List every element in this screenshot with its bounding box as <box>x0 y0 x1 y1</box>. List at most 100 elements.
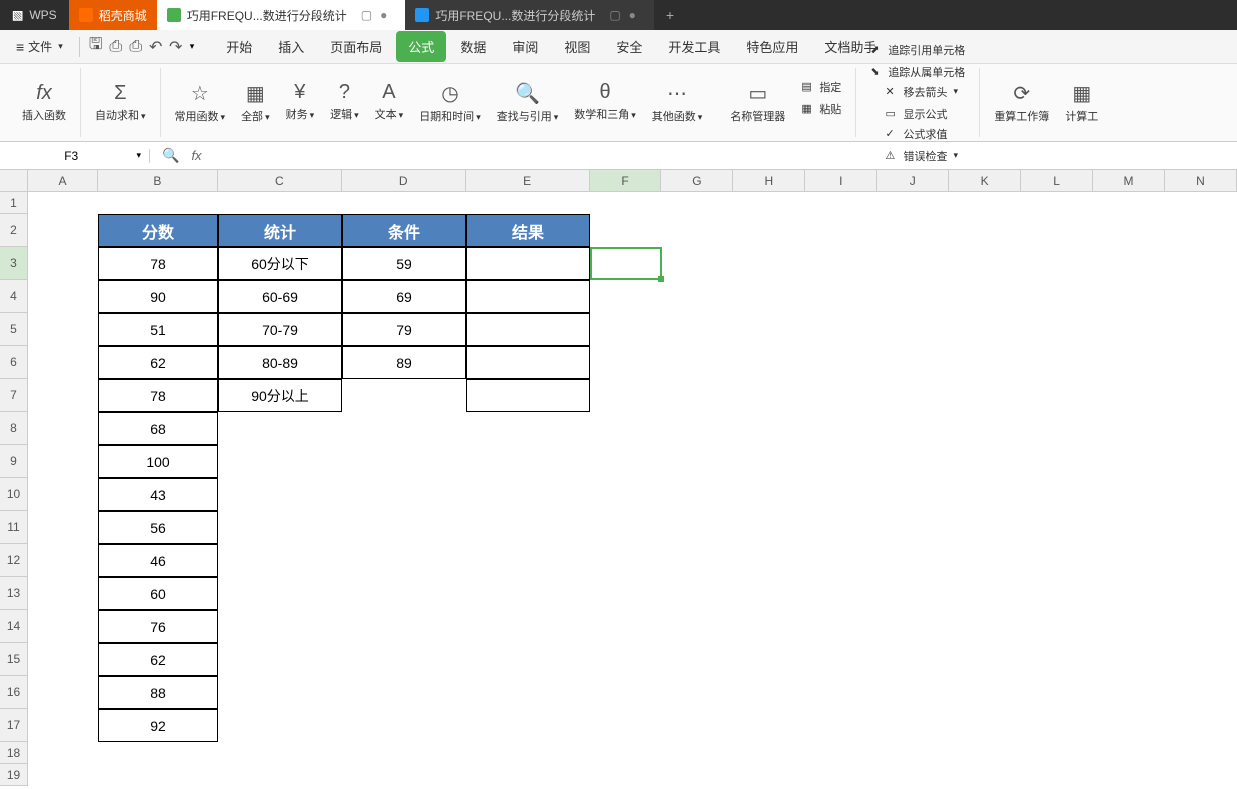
tab-review[interactable]: 审阅 <box>500 31 550 62</box>
tab-formula[interactable]: 公式 <box>396 31 446 62</box>
table-cell[interactable]: 92 <box>98 709 218 742</box>
row-header-10[interactable]: 10 <box>0 478 27 511</box>
insert-function-button[interactable]: fx 插入函数 <box>16 78 72 127</box>
table-cell[interactable] <box>466 280 590 313</box>
table-cell[interactable]: 100 <box>98 445 218 478</box>
row-header-5[interactable]: 5 <box>0 313 27 346</box>
tab-store[interactable]: 稻壳商城 <box>69 0 157 30</box>
recalc-button[interactable]: ⟳重算工作簿 <box>988 77 1055 128</box>
col-header-B[interactable]: B <box>98 170 218 191</box>
chevron-down-icon[interactable]: ▾ <box>190 41 195 52</box>
table-cell[interactable]: 78 <box>98 379 218 412</box>
col-header-M[interactable]: M <box>1093 170 1165 191</box>
tab-security[interactable]: 安全 <box>604 31 654 62</box>
datetime-button[interactable]: ◷日期和时间▾ <box>413 77 487 128</box>
row-header-1[interactable]: 1 <box>0 192 27 214</box>
chevron-down-icon[interactable]: ▾ <box>136 150 141 161</box>
name-box[interactable]: ▾ <box>0 149 150 163</box>
tab-window-icon[interactable]: ▢ <box>609 8 620 22</box>
table-cell[interactable]: 60分以下 <box>218 247 342 280</box>
select-all-corner[interactable] <box>0 170 28 192</box>
col-header-I[interactable]: I <box>805 170 877 191</box>
row-header-2[interactable]: 2 <box>0 214 27 247</box>
row-header-16[interactable]: 16 <box>0 676 27 709</box>
show-formula-button[interactable]: ▭显示公式 <box>880 104 965 124</box>
table-cell[interactable]: 62 <box>98 346 218 379</box>
remove-arrows-button[interactable]: ✕移去箭头▾ <box>880 82 965 102</box>
define-name-button[interactable]: ▤指定 <box>795 77 847 97</box>
finance-button[interactable]: ¥财务▾ <box>280 77 321 128</box>
save-icon[interactable]: 🖫 <box>88 39 104 55</box>
row-header-4[interactable]: 4 <box>0 280 27 313</box>
tab-devtools[interactable]: 开发工具 <box>656 31 732 62</box>
print-preview-icon[interactable]: ⎙ <box>108 39 124 55</box>
trace-dependents-button[interactable]: ⬊追踪从属单元格 <box>864 62 971 82</box>
table-cell[interactable]: 59 <box>342 247 466 280</box>
table-cell[interactable] <box>466 247 590 280</box>
fx-icon[interactable]: fx <box>191 148 201 163</box>
col-header-C[interactable]: C <box>218 170 342 191</box>
col-header-F[interactable]: F <box>590 170 662 191</box>
logic-button[interactable]: ?逻辑▾ <box>324 77 365 128</box>
table-cell[interactable]: 69 <box>342 280 466 313</box>
col-header-K[interactable]: K <box>949 170 1021 191</box>
table-cell[interactable]: 60-69 <box>218 280 342 313</box>
table-cell[interactable]: 79 <box>342 313 466 346</box>
common-fn-button[interactable]: ☆常用函数▾ <box>169 77 232 128</box>
table-cell[interactable]: 46 <box>98 544 218 577</box>
other-fn-button[interactable]: ⋯其他函数▾ <box>646 77 709 128</box>
trace-precedents-button[interactable]: ⬈追踪引用单元格 <box>864 40 971 60</box>
table-cell[interactable]: 78 <box>98 247 218 280</box>
col-header-J[interactable]: J <box>877 170 949 191</box>
spreadsheet-grid[interactable]: ABCDEFGHIJKLMN 1234567891011121314151617… <box>0 170 1237 789</box>
col-header-N[interactable]: N <box>1165 170 1237 191</box>
row-header-7[interactable]: 7 <box>0 379 27 412</box>
table-cell[interactable] <box>466 379 590 412</box>
table-cell[interactable]: 80-89 <box>218 346 342 379</box>
tab-document-2[interactable]: 巧用FREQU...数进行分段统计 ▢ ● <box>405 0 654 30</box>
new-tab-button[interactable]: + <box>654 7 686 23</box>
col-header-E[interactable]: E <box>466 170 590 191</box>
lookup-button[interactable]: 🔍查找与引用▾ <box>491 77 565 128</box>
file-menu[interactable]: ≡ 文件 ▾ <box>8 34 71 59</box>
all-fn-button[interactable]: ▦全部▾ <box>235 77 276 128</box>
row-header-14[interactable]: 14 <box>0 610 27 643</box>
row-header-17[interactable]: 17 <box>0 709 27 742</box>
tab-insert[interactable]: 插入 <box>266 31 316 62</box>
table-header[interactable]: 分数 <box>98 214 218 247</box>
table-header[interactable]: 结果 <box>466 214 590 247</box>
evaluate-button[interactable]: ✓公式求值 <box>880 124 965 144</box>
tab-close-icon[interactable]: ● <box>629 8 636 22</box>
table-cell[interactable]: 68 <box>98 412 218 445</box>
row-header-9[interactable]: 9 <box>0 445 27 478</box>
text-button[interactable]: A文本▾ <box>369 77 410 128</box>
row-header-15[interactable]: 15 <box>0 643 27 676</box>
table-cell[interactable]: 60 <box>98 577 218 610</box>
tab-close-icon[interactable]: ● <box>380 8 387 22</box>
tab-document-1[interactable]: 巧用FREQU...数进行分段统计 ▢ ● <box>157 0 406 30</box>
row-header-8[interactable]: 8 <box>0 412 27 445</box>
row-header-6[interactable]: 6 <box>0 346 27 379</box>
cells-area[interactable]: 分数统计条件结果78905162786810043564660766288926… <box>28 192 1237 789</box>
row-header-11[interactable]: 11 <box>0 511 27 544</box>
table-cell[interactable]: 90 <box>98 280 218 313</box>
table-cell[interactable]: 88 <box>98 676 218 709</box>
col-header-D[interactable]: D <box>342 170 466 191</box>
table-cell[interactable]: 76 <box>98 610 218 643</box>
tab-data[interactable]: 数据 <box>448 31 498 62</box>
table-cell[interactable] <box>466 313 590 346</box>
autosum-button[interactable]: Σ 自动求和▾ <box>89 78 152 127</box>
name-manager-button[interactable]: ▭名称管理器 <box>724 77 791 128</box>
undo-icon[interactable]: ↶ <box>148 39 164 55</box>
table-cell[interactable]: 70-79 <box>218 313 342 346</box>
print-icon[interactable]: ⎙ <box>128 39 144 55</box>
table-header[interactable]: 条件 <box>342 214 466 247</box>
col-header-G[interactable]: G <box>661 170 733 191</box>
row-header-18[interactable]: 18 <box>0 742 27 764</box>
redo-icon[interactable]: ↷ <box>168 39 184 55</box>
row-header-3[interactable]: 3 <box>0 247 27 280</box>
table-cell[interactable]: 56 <box>98 511 218 544</box>
table-cell[interactable]: 90分以上 <box>218 379 342 412</box>
tab-layout[interactable]: 页面布局 <box>318 31 394 62</box>
table-cell[interactable] <box>466 346 590 379</box>
